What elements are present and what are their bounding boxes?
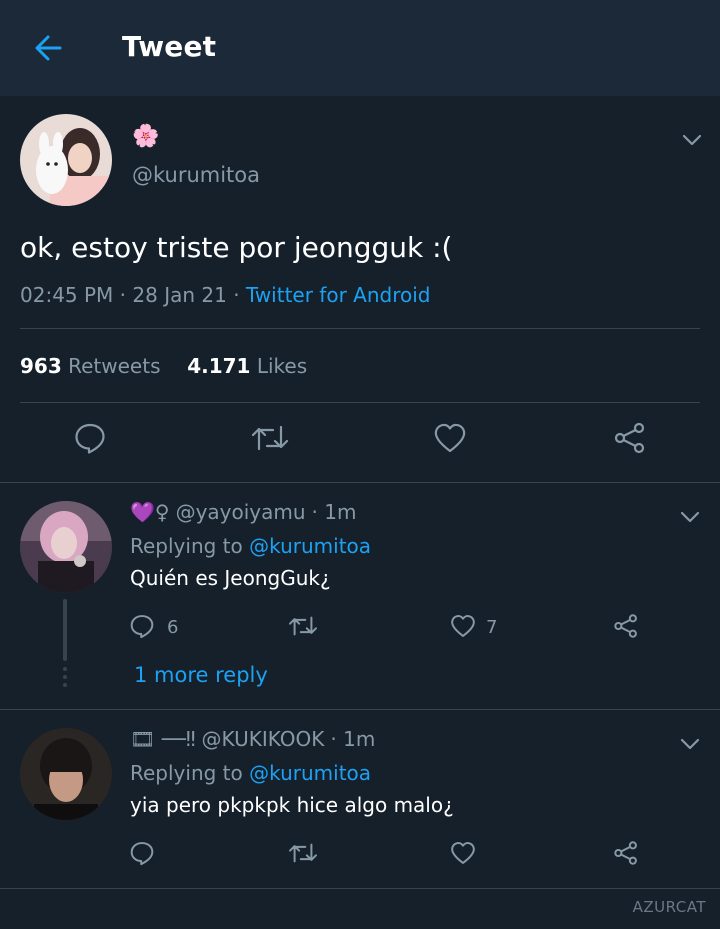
tweet-stats: 963 Retweets 4.171 Likes [20,354,307,378]
reply-text: Quién es JeongGuk¿ [130,566,331,590]
avatar[interactable] [20,501,112,593]
reply-emoji-name: 🎞 ──‼ [130,727,196,751]
thread-dot [63,667,67,671]
thread-dot [63,675,67,679]
chevron-down-icon[interactable] [678,732,702,756]
tweet-time: 02:45 PM [20,283,114,307]
reply-icon[interactable] [126,837,158,869]
user-handle[interactable]: @kurumitoa [132,163,260,187]
replying-to: Replying to @kurumitoa [130,534,371,558]
tweet-meta: 02:45 PM · 28 Jan 21 · Twitter for Andro… [20,283,431,307]
reply-count: 6 [167,617,179,638]
mention-link[interactable]: @kurumitoa [249,761,371,785]
retweets-count[interactable]: 963 [20,354,62,378]
like-heart-icon[interactable] [430,418,470,458]
reply-header: 💜♀ @yayoiyamu · 1m [130,500,356,524]
likes-label[interactable]: Likes [257,354,307,378]
chevron-down-icon[interactable] [680,128,704,152]
top-bar: Tweet [0,0,720,96]
page-title: Tweet [122,30,217,63]
tweet-actions [0,418,720,462]
tweet-source[interactable]: Twitter for Android [246,283,431,307]
meta-separator: · [119,283,133,307]
divider [20,402,700,403]
like-count: 7 [486,617,498,638]
reply-text: yia pero pkpkpk hice algo malo¿ [130,793,454,817]
divider [20,328,700,329]
reply-handle[interactable]: @yayoiyamu [176,500,306,524]
avatar[interactable] [20,728,112,820]
like-heart-icon[interactable] [447,610,479,642]
likes-count[interactable]: 4.171 [187,354,250,378]
reply-time: · 1m [311,500,357,524]
replying-to: Replying to @kurumitoa [130,761,371,785]
reply-tweet[interactable]: 🎞 ──‼ @KUKIKOOK · 1m Replying to @kurumi… [0,710,720,888]
replying-to-label: Replying to [130,761,250,785]
reply-header: 🎞 ──‼ @KUKIKOOK · 1m [130,727,375,751]
back-arrow-icon[interactable] [28,28,68,68]
meta-separator: · [233,283,246,307]
retweet-icon[interactable] [287,610,319,642]
divider [0,888,720,889]
share-icon[interactable] [610,837,642,869]
more-replies-link[interactable]: 1 more reply [134,663,268,687]
main-tweet: 🌸 @kurumitoa ok, estoy triste por jeongg… [0,96,720,482]
share-icon[interactable] [610,610,642,642]
thread-dot [63,683,67,687]
watermark: AZURCAT [632,898,706,916]
retweets-label[interactable]: Retweets [68,354,160,378]
tweet-date: 28 Jan 21 [132,283,227,307]
share-icon[interactable] [610,418,650,458]
reply-tweet[interactable]: 💜♀ @yayoiyamu · 1m Replying to @kurumito… [0,483,720,708]
reply-handle[interactable]: @KUKIKOOK [202,727,325,751]
mention-link[interactable]: @kurumitoa [249,534,371,558]
avatar[interactable] [20,114,112,206]
reply-icon[interactable] [126,610,158,642]
tweet-text: ok, estoy triste por jeongguk :( [20,231,453,264]
display-name: 🌸 [132,124,160,149]
retweet-icon[interactable] [250,418,290,458]
like-heart-icon[interactable] [447,837,479,869]
thread-line [63,599,67,661]
reply-time: · 1m [330,727,376,751]
chevron-down-icon[interactable] [678,505,702,529]
reply-emoji-name: 💜♀ [130,500,170,524]
retweet-icon[interactable] [287,837,319,869]
reply-icon[interactable] [70,418,110,458]
replying-to-label: Replying to [130,534,250,558]
